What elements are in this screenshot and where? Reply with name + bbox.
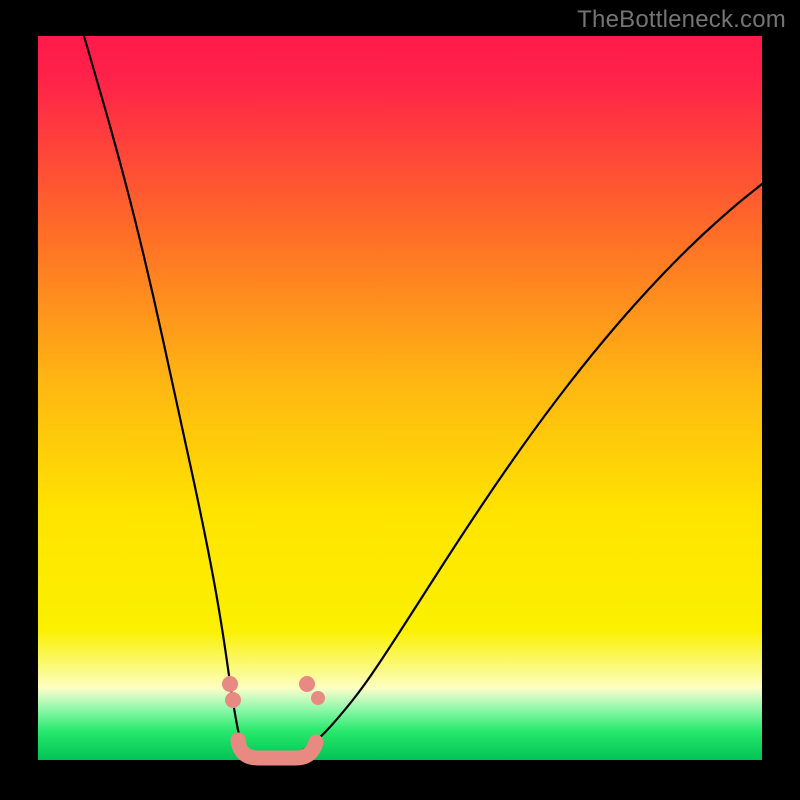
right-dot-1 (299, 676, 315, 692)
left-dot-1 (222, 676, 238, 692)
watermark-text: TheBottleneck.com (577, 6, 786, 34)
plot-background (38, 36, 762, 760)
chart-svg (0, 0, 800, 800)
chart-stage: TheBottleneck.com (0, 0, 800, 800)
right-dot-2 (311, 691, 325, 705)
left-dot-2 (225, 692, 241, 708)
